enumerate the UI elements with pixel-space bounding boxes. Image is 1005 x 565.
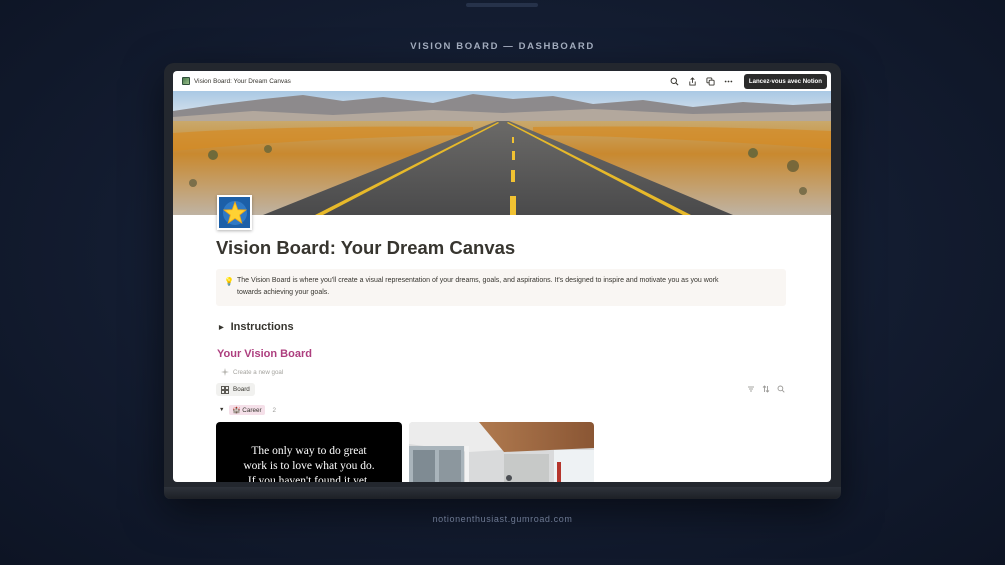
view-tab-board[interactable]: Board bbox=[216, 383, 255, 396]
quote-line: If you haven't found it yet, bbox=[247, 475, 371, 482]
cover-image bbox=[173, 91, 831, 215]
career-tag: 🏰 Career bbox=[229, 405, 265, 415]
board-card-quote[interactable]: The only way to do great work is to love… bbox=[216, 422, 402, 482]
laptop-base bbox=[164, 487, 841, 499]
instructions-toggle[interactable]: ▶ Instructions bbox=[219, 321, 294, 333]
star-icon[interactable] bbox=[217, 195, 252, 230]
board-group-career: ▼ 🏰 Career 2 bbox=[219, 405, 276, 415]
share-icon[interactable] bbox=[688, 76, 698, 86]
filter-icon[interactable] bbox=[747, 385, 755, 393]
sparkle-icon bbox=[221, 368, 229, 376]
group-collapse-icon[interactable]: ▼ bbox=[219, 407, 224, 413]
more-icon[interactable] bbox=[724, 76, 734, 86]
group-count: 2 bbox=[272, 406, 277, 414]
page-tab-title[interactable]: Vision Board: Your Dream Canvas bbox=[194, 78, 291, 85]
page-topbar: Vision Board: Your Dream Canvas Lancez-v… bbox=[173, 71, 831, 91]
quote-line: The only way to do great bbox=[251, 445, 367, 457]
castle-icon: 🏰 bbox=[232, 407, 241, 414]
dashboard-heading: VISION BOARD — DASHBOARD bbox=[410, 41, 595, 52]
view-tab-label: Board bbox=[233, 386, 250, 393]
lightbulb-icon: 💡 bbox=[224, 277, 234, 286]
callout-block: 💡 The Vision Board is where you'll creat… bbox=[216, 269, 786, 306]
view-actions bbox=[747, 385, 785, 393]
search-icon[interactable] bbox=[670, 76, 680, 86]
topbar-actions: Lancez-vous avec Notion bbox=[670, 73, 827, 89]
create-goal-button[interactable]: Create a new goal bbox=[221, 368, 283, 376]
callout-text-line-1: The Vision Board is where you'll create … bbox=[237, 277, 719, 284]
toggle-label: Instructions bbox=[230, 321, 294, 333]
board-card-office-image[interactable] bbox=[409, 422, 594, 482]
top-notch bbox=[466, 3, 538, 7]
callout-text-line-2: towards achieving your goals. bbox=[237, 288, 330, 296]
footer-url[interactable]: notionenthusiast.gumroad.com bbox=[0, 514, 1005, 524]
duplicate-icon[interactable] bbox=[706, 76, 716, 86]
section-title: Your Vision Board bbox=[217, 348, 312, 360]
page-tab-icon bbox=[182, 77, 190, 85]
notion-page-screen: Vision Board: Your Dream Canvas Lancez-v… bbox=[173, 71, 831, 482]
career-tag-label: Career bbox=[242, 406, 262, 414]
get-started-button[interactable]: Lancez-vous avec Notion bbox=[743, 73, 827, 89]
quote-line: work is to love what you do. bbox=[243, 460, 375, 472]
create-goal-label: Create a new goal bbox=[233, 368, 284, 376]
toggle-arrow-icon[interactable]: ▶ bbox=[219, 324, 224, 331]
sort-icon[interactable] bbox=[762, 385, 770, 393]
search-icon[interactable] bbox=[777, 385, 785, 393]
board-view-icon bbox=[221, 385, 229, 394]
page-title: Vision Board: Your Dream Canvas bbox=[216, 237, 516, 258]
